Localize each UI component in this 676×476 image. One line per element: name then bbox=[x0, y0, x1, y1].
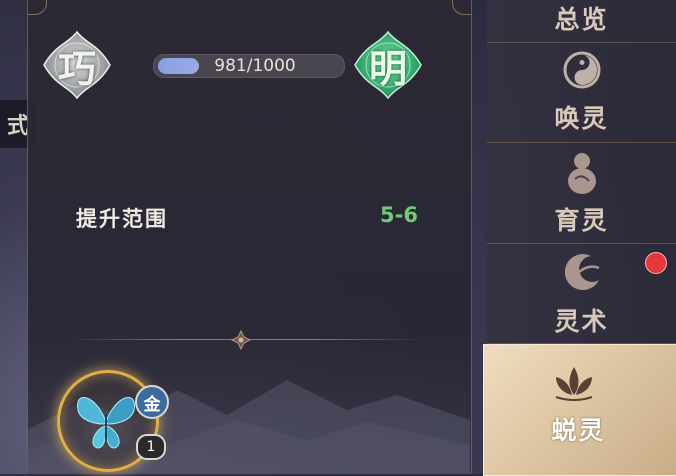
notification-dot bbox=[645, 252, 667, 274]
nav-item-summon[interactable]: 唤灵 bbox=[487, 43, 676, 143]
edge-tab-label: 式 bbox=[6, 114, 29, 139]
yin-yang-icon bbox=[563, 51, 601, 89]
stat-label: 提升范围 bbox=[76, 207, 168, 231]
nav-item-label: 蜕灵 bbox=[551, 416, 606, 445]
pet-grade-badge: 金 bbox=[135, 385, 169, 419]
divider-ornament-icon bbox=[231, 330, 251, 350]
nav-item-label: 灵术 bbox=[554, 307, 609, 336]
badge-left-char: 巧 bbox=[57, 45, 96, 91]
nav-item-nurture[interactable]: 育灵 bbox=[487, 143, 676, 244]
attribute-badge-left: 巧 bbox=[42, 30, 112, 100]
nav-item-transform[interactable]: 蜕灵 bbox=[483, 344, 676, 476]
butterfly-icon bbox=[77, 397, 135, 449]
moon-swirl-icon bbox=[564, 254, 600, 291]
panel-corner-left bbox=[28, 0, 47, 15]
attribute-badge-right: 明 bbox=[353, 30, 423, 100]
nav-item-label: 育灵 bbox=[554, 206, 609, 235]
badge-right-char: 明 bbox=[368, 45, 407, 91]
progress-bar: 981/1000 bbox=[153, 54, 345, 78]
progress-text: 981/1000 bbox=[214, 56, 296, 76]
nav-item-label: 唤灵 bbox=[554, 104, 609, 133]
nav-item-overview[interactable]: 总览 bbox=[487, 0, 676, 43]
nav-item-label: 总览 bbox=[554, 5, 609, 34]
lotus-icon bbox=[555, 367, 593, 401]
panel-corner-right bbox=[452, 0, 471, 15]
stat-value: 5-6 bbox=[380, 203, 418, 227]
side-nav: 总览 唤灵 育灵 灵术 蜕灵 bbox=[483, 0, 676, 476]
pet-level-badge: 1 bbox=[136, 434, 166, 460]
gourd-icon bbox=[568, 153, 596, 194]
